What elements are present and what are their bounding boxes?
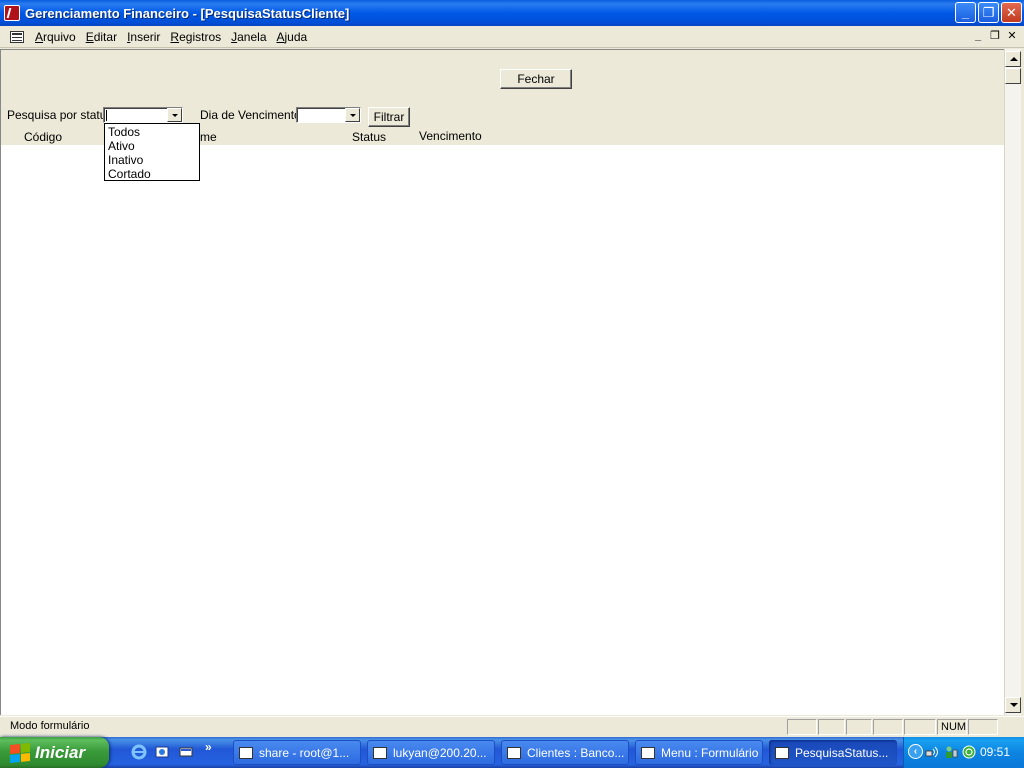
taskbar-task-clientes[interactable]: Clientes : Banco... xyxy=(501,740,629,765)
status-combobox[interactable] xyxy=(103,107,183,123)
internet-explorer-icon[interactable] xyxy=(131,744,147,760)
status-search-label: Pesquisa por status xyxy=(7,108,113,122)
status-panel xyxy=(904,719,936,735)
users-network-icon[interactable] xyxy=(944,745,958,759)
database-window-icon xyxy=(507,746,521,759)
column-header-due: Vencimento xyxy=(419,129,482,143)
status-option-inativo[interactable]: Inativo xyxy=(105,153,199,167)
outlook-express-icon[interactable] xyxy=(154,744,170,760)
menu-registros[interactable]: Registros xyxy=(165,30,226,44)
clock[interactable]: 09:51 xyxy=(980,745,1010,759)
status-dropdown-list: Todos Ativo Inativo Cortado xyxy=(104,123,200,181)
form-window-icon xyxy=(775,746,789,759)
num-lock-indicator: NUM xyxy=(937,719,967,735)
menu-editar[interactable]: Editar xyxy=(81,30,122,44)
system-tray: ‹ 09:51 xyxy=(903,737,1024,768)
column-header-code: Código xyxy=(24,130,63,144)
tray-expand-chevron-icon[interactable]: ‹ xyxy=(908,744,923,759)
mdi-restore-button[interactable]: ❐ xyxy=(987,29,1003,43)
close-button[interactable]: ✕ xyxy=(1001,2,1022,23)
quicklaunch-overflow-icon[interactable]: » xyxy=(205,740,212,754)
taskbar-task-share[interactable]: share - root@1... xyxy=(233,740,361,765)
menu-janela[interactable]: Janela xyxy=(226,30,271,44)
status-option-cortado[interactable]: Cortado xyxy=(105,167,199,181)
status-bar: Modo formulário NUM xyxy=(0,716,1024,736)
due-day-combobox[interactable] xyxy=(296,107,361,123)
title-bar[interactable]: Gerenciamento Financeiro - [PesquisaStat… xyxy=(0,0,1024,26)
status-mode-text: Modo formulário xyxy=(10,720,90,732)
menu-inserir[interactable]: Inserir xyxy=(122,30,165,44)
security-center-icon[interactable] xyxy=(962,745,976,759)
scroll-thumb[interactable] xyxy=(1005,68,1021,84)
access-app-icon[interactable] xyxy=(4,5,20,21)
form-area: Fechar Pesquisa por status Dia de Vencim… xyxy=(0,49,1004,715)
terminal-window-icon xyxy=(239,746,253,759)
form-document-icon[interactable] xyxy=(10,30,24,43)
restore-icon: ❐ xyxy=(982,4,995,20)
minimize-icon: _ xyxy=(961,5,970,20)
status-panel xyxy=(846,719,872,735)
column-header-name: me xyxy=(200,130,217,144)
start-button[interactable]: Iniciar xyxy=(0,737,109,768)
form-window-icon xyxy=(641,746,655,759)
taskbar-task-lukyan[interactable]: lukyan@200.20... xyxy=(367,740,495,765)
due-day-label: Dia de Vencimento xyxy=(200,108,301,122)
taskbar-task-pesquisastatus[interactable]: PesquisaStatus... xyxy=(769,740,897,765)
menu-ajuda[interactable]: Ajuda xyxy=(272,30,313,44)
scroll-down-arrow-icon[interactable] xyxy=(1005,697,1021,713)
show-desktop-icon[interactable] xyxy=(178,744,194,760)
vertical-scrollbar[interactable] xyxy=(1004,49,1021,715)
fechar-button[interactable]: Fechar xyxy=(500,69,572,89)
status-panel xyxy=(787,719,817,735)
mdi-minimize-button[interactable]: _ xyxy=(970,29,986,43)
menu-bar: Arquivo Editar Inserir Registros Janela … xyxy=(0,26,1024,48)
form-header: Fechar Pesquisa por status Dia de Vencim… xyxy=(1,50,1004,181)
filtrar-button[interactable]: Filtrar xyxy=(368,107,410,127)
windows-logo-icon xyxy=(10,742,30,763)
window-title: Gerenciamento Financeiro - [PesquisaStat… xyxy=(25,5,350,21)
column-header-status: Status xyxy=(352,130,387,144)
status-dropdown-arrow-icon[interactable] xyxy=(167,108,182,122)
minimize-button[interactable]: _ xyxy=(955,2,976,23)
scroll-up-arrow-icon[interactable] xyxy=(1005,51,1021,67)
status-panel xyxy=(873,719,903,735)
restore-button[interactable]: ❐ xyxy=(978,2,999,23)
due-day-dropdown-arrow-icon[interactable] xyxy=(345,108,360,122)
terminal-window-icon xyxy=(373,746,387,759)
text-caret xyxy=(106,110,107,121)
status-option-todos[interactable]: Todos xyxy=(105,125,199,139)
status-option-ativo[interactable]: Ativo xyxy=(105,139,199,153)
mdi-close-button[interactable]: ✕ xyxy=(1004,29,1020,43)
taskbar-task-menu[interactable]: Menu : Formulário xyxy=(635,740,763,765)
status-panel xyxy=(818,719,845,735)
network-icon[interactable] xyxy=(925,745,939,759)
taskbar: Iniciar » share - root@1... lukyan@200.2… xyxy=(0,737,1024,768)
menu-arquivo[interactable]: Arquivo xyxy=(30,30,81,44)
start-label: Iniciar xyxy=(35,742,86,762)
status-panel xyxy=(968,719,998,735)
close-icon: ✕ xyxy=(1006,4,1017,20)
